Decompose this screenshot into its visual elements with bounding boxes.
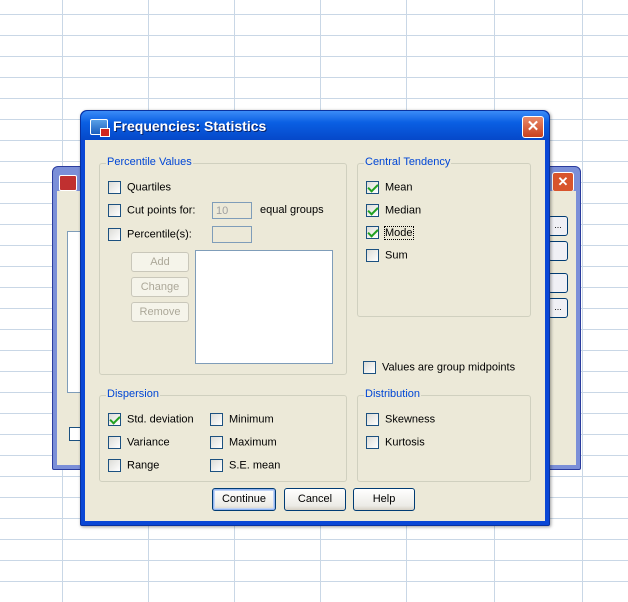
range-option[interactable]: Range: [108, 459, 159, 474]
group-label: Distribution: [364, 388, 422, 400]
parent-side-button-1[interactable]: ...: [548, 216, 568, 236]
se-mean-label: S.E. mean: [229, 459, 281, 472]
close-button[interactable]: ✕: [522, 116, 544, 138]
cut-points-input[interactable]: 10: [212, 202, 252, 219]
se-mean-checkbox[interactable]: [210, 459, 223, 472]
minimum-checkbox[interactable]: [210, 413, 223, 426]
sum-option[interactable]: Sum: [366, 249, 408, 264]
quartiles-option[interactable]: Quartiles: [108, 181, 171, 196]
sum-label: Sum: [385, 249, 408, 262]
percentiles-checkbox[interactable]: [108, 228, 121, 241]
group-label: Central Tendency: [364, 156, 452, 168]
skewness-label: Skewness: [385, 413, 436, 426]
maximum-option[interactable]: Maximum: [210, 436, 277, 451]
range-label: Range: [127, 459, 160, 472]
group-midpoints-label: Values are group midpoints: [382, 361, 516, 374]
std-deviation-option[interactable]: Std. deviation: [108, 413, 194, 428]
dispersion-group: Dispersion Std. deviation Minimum Varian…: [99, 388, 347, 482]
frequencies-statistics-dialog: Frequencies: Statistics ✕ Percentile Val…: [80, 110, 550, 526]
kurtosis-option[interactable]: Kurtosis: [366, 436, 425, 451]
minimum-label: Minimum: [229, 413, 274, 426]
kurtosis-checkbox[interactable]: [366, 436, 379, 449]
cut-points-label: Cut points for:: [127, 204, 196, 217]
app-icon: [59, 175, 77, 191]
maximum-label: Maximum: [229, 436, 277, 449]
parent-side-button-3[interactable]: [548, 273, 568, 293]
app-icon: [90, 119, 110, 137]
maximum-checkbox[interactable]: [210, 436, 223, 449]
sum-checkbox[interactable]: [366, 249, 379, 262]
se-mean-option[interactable]: S.E. mean: [210, 459, 280, 474]
mean-checkbox[interactable]: [366, 181, 379, 194]
mode-checkbox[interactable]: [366, 226, 379, 239]
median-option[interactable]: Median: [366, 204, 421, 219]
percentiles-label: Percentile(s):: [127, 228, 192, 241]
parent-side-button-4[interactable]: ...: [548, 298, 568, 318]
skewness-option[interactable]: Skewness: [366, 413, 435, 428]
equal-groups-text: equal groups: [260, 204, 324, 216]
variance-checkbox[interactable]: [108, 436, 121, 449]
group-midpoints-option[interactable]: Values are group midpoints: [363, 361, 515, 376]
parent-side-button-2[interactable]: [548, 241, 568, 261]
cancel-button[interactable]: Cancel: [284, 488, 346, 511]
change-button[interactable]: Change: [131, 277, 189, 297]
percentiles-listbox[interactable]: [195, 250, 333, 364]
quartiles-checkbox[interactable]: [108, 181, 121, 194]
help-button[interactable]: Help: [353, 488, 415, 511]
distribution-group: Distribution Skewness Kurtosis: [357, 388, 531, 482]
median-label: Median: [385, 204, 422, 217]
central-tendency-group: Central Tendency Mean Median Mode Sum: [357, 156, 531, 317]
cut-points-checkbox[interactable]: [108, 204, 121, 217]
percentiles-option[interactable]: Percentile(s):: [108, 228, 192, 243]
range-checkbox[interactable]: [108, 459, 121, 472]
group-label: Dispersion: [106, 388, 160, 400]
median-checkbox[interactable]: [366, 204, 379, 217]
remove-button[interactable]: Remove: [131, 302, 189, 322]
parent-close-button[interactable]: ✕: [552, 172, 574, 192]
dialog-client-area: Percentile Values Quartiles Cut points f…: [85, 140, 545, 521]
mean-label: Mean: [385, 181, 413, 194]
std-deviation-checkbox[interactable]: [108, 413, 121, 426]
quartiles-label: Quartiles: [127, 181, 172, 194]
variance-option[interactable]: Variance: [108, 436, 170, 451]
continue-button[interactable]: Continue: [212, 488, 276, 511]
add-button[interactable]: Add: [131, 252, 189, 272]
variance-label: Variance: [127, 436, 170, 449]
title-bar[interactable]: Frequencies: Statistics ✕: [81, 111, 549, 140]
mode-label: Mode: [384, 225, 414, 240]
skewness-checkbox[interactable]: [366, 413, 379, 426]
dialog-title: Frequencies: Statistics: [113, 118, 267, 134]
minimum-option[interactable]: Minimum: [210, 413, 274, 428]
percentiles-input[interactable]: [212, 226, 252, 243]
group-midpoints-checkbox[interactable]: [363, 361, 376, 374]
group-label: Percentile Values: [106, 156, 193, 168]
kurtosis-label: Kurtosis: [385, 436, 425, 449]
mean-option[interactable]: Mean: [366, 181, 413, 196]
percentile-values-group: Percentile Values Quartiles Cut points f…: [99, 156, 347, 375]
std-deviation-label: Std. deviation: [127, 413, 194, 426]
mode-option[interactable]: Mode: [366, 225, 414, 241]
cut-points-option[interactable]: Cut points for:: [108, 204, 195, 219]
